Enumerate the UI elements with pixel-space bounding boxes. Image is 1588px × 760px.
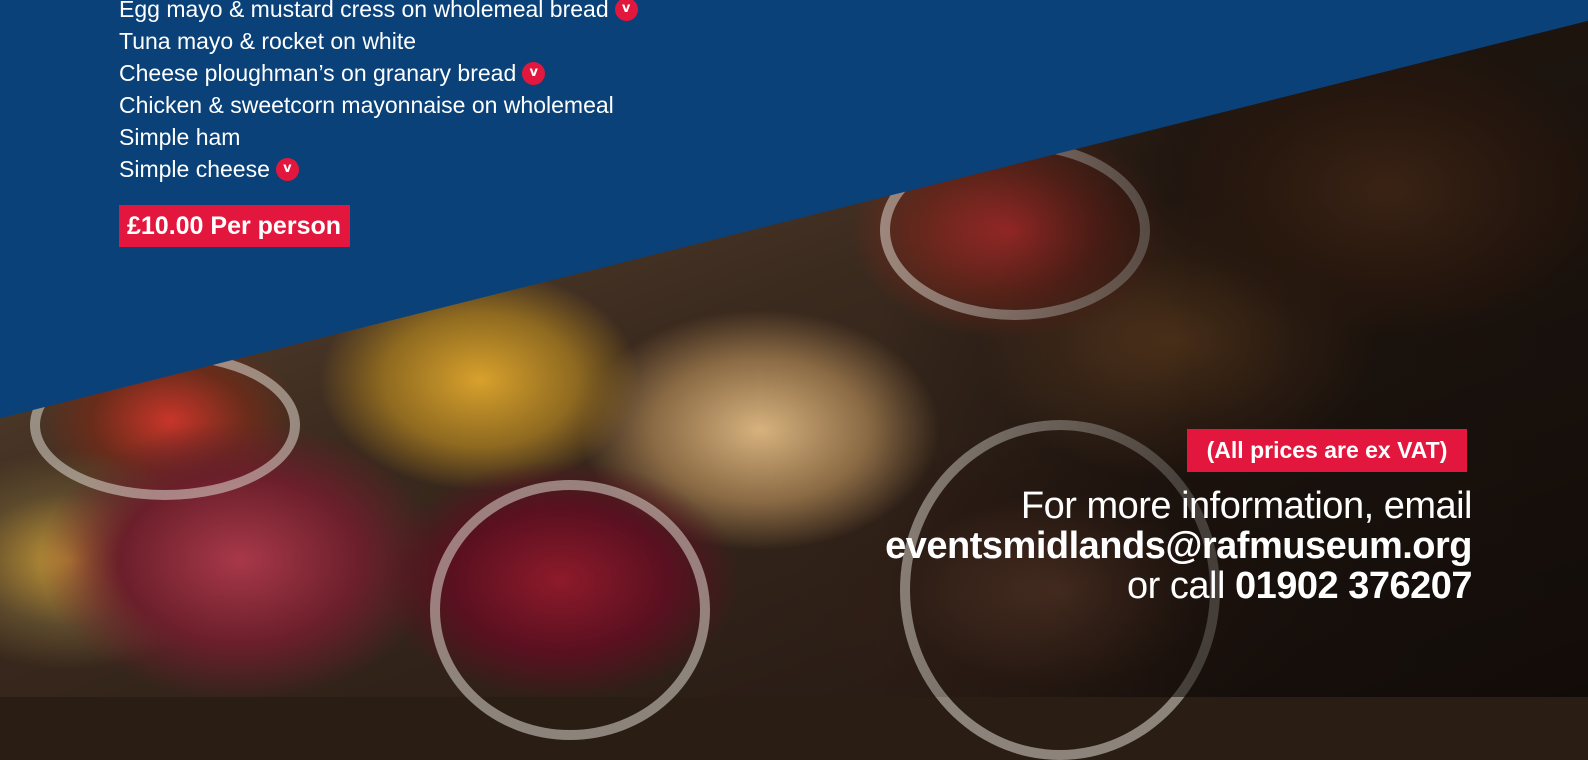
call-prefix: or call xyxy=(1127,565,1225,607)
menu-item-text: Chicken & sweetcorn mayonnaise on wholem… xyxy=(119,92,614,118)
menu-item: Cheese ploughman’s on granary bread v xyxy=(119,57,638,89)
phone-number[interactable]: 01902 376207 xyxy=(1235,565,1473,607)
menu-item-text: Tuna mayo & rocket on white xyxy=(119,28,417,54)
menu-item-text: Simple ham xyxy=(119,124,241,150)
menu-item-text: Simple cheese xyxy=(119,156,270,182)
menu-item: Tuna mayo & rocket on white xyxy=(119,25,638,57)
phone-line: or call 01902 376207 xyxy=(885,566,1472,606)
contact-intro: For more information, email xyxy=(1020,485,1473,527)
contact-block: For more information, email eventsmidlan… xyxy=(885,486,1472,606)
email-link[interactable]: eventsmidlands@rafmuseum.org xyxy=(885,526,1472,566)
price-tag: £10.00 Per person xyxy=(119,205,351,247)
menu-item: Egg mayo & mustard cress on wholemeal br… xyxy=(119,0,638,25)
sandwich-menu-list: Egg mayo & mustard cress on wholemeal br… xyxy=(119,0,638,185)
vegetarian-badge-icon: v xyxy=(275,157,299,181)
vegetarian-badge-icon: v xyxy=(522,61,546,85)
menu-item-text: Egg mayo & mustard cress on wholemeal br… xyxy=(119,0,609,22)
vat-notice: (All prices are ex VAT) xyxy=(1187,429,1467,472)
email-address[interactable]: eventsmidlands@rafmuseum.org xyxy=(885,525,1472,567)
menu-item: Simple ham xyxy=(119,121,638,153)
vegetarian-badge-icon: v xyxy=(614,0,638,21)
menu-item: Simple cheese v xyxy=(119,153,638,185)
menu-item-text: Cheese ploughman’s on granary bread xyxy=(119,60,517,86)
menu-item: Chicken & sweetcorn mayonnaise on wholem… xyxy=(119,89,638,121)
